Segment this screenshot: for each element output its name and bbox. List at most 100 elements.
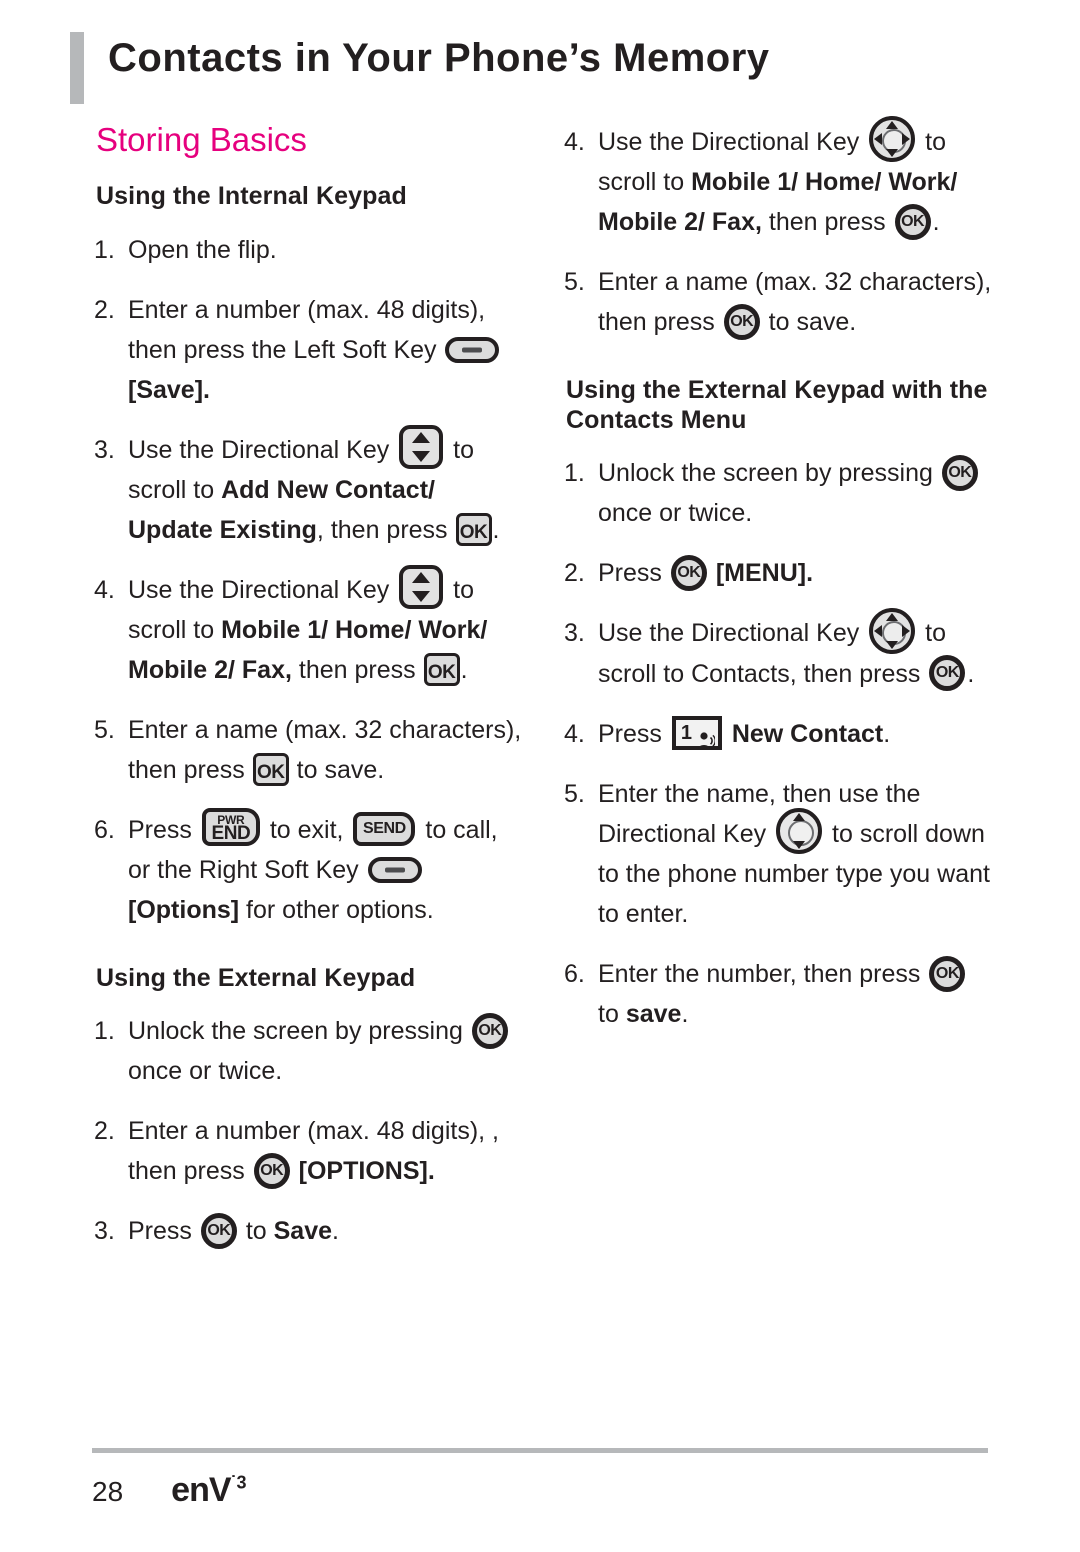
brand-superscript: ˙3	[230, 1472, 247, 1493]
step-internal-3: 3. Use the Directional Key to scroll to …	[92, 425, 522, 550]
step-text: then press the Left Soft Key	[128, 335, 437, 364]
step-number: 3.	[94, 1217, 115, 1246]
step-text: .	[932, 208, 940, 237]
footer-row: 28 enV˙3	[92, 1471, 988, 1510]
step-text: then	[298, 655, 348, 684]
arrow-right-icon	[902, 133, 911, 146]
step-text: or the Right Soft Key	[128, 855, 359, 884]
key-digit-label: 1	[680, 721, 692, 744]
step-text: Directional Key	[598, 819, 767, 848]
step-text: .	[883, 719, 891, 748]
directional-key-4way-icon[interactable]	[869, 116, 916, 163]
step-text: Press	[598, 719, 662, 748]
footer-divider	[92, 1448, 988, 1453]
step-text-bold: New Contact	[731, 719, 884, 748]
directional-key-4way-icon[interactable]	[869, 607, 916, 654]
step-number: 6.	[94, 815, 115, 844]
ok-round-key-icon[interactable]: OK	[941, 454, 978, 491]
arrow-up-icon	[412, 572, 431, 584]
step-internal-2: 2. Enter a number (max. 48 digits), then…	[92, 290, 522, 410]
ok-round-key-icon[interactable]: OK	[670, 554, 707, 591]
arrow-down-icon	[412, 591, 431, 603]
step-internal-4: 4. Use the Directional Key to scroll to …	[92, 565, 522, 690]
number-1-key-icon[interactable]: 1	[671, 715, 722, 750]
step-text: Use the Directional Key	[598, 619, 860, 648]
arrow-down-icon	[412, 451, 431, 463]
ok-round-key-icon[interactable]: OK	[929, 955, 966, 992]
page-footer: 28 enV˙3	[92, 1448, 988, 1510]
ok-round-key-icon[interactable]: OK	[894, 203, 931, 240]
arrow-right-icon	[902, 624, 911, 637]
ok-round-key-icon[interactable]: OK	[929, 655, 966, 692]
ok-key-icon[interactable]: OK	[252, 752, 289, 786]
ok-round-key-icon[interactable]: OK	[723, 303, 760, 340]
voicemail-icon	[697, 723, 716, 749]
step-text: to call,	[425, 815, 498, 844]
arrow-down-icon	[793, 841, 806, 850]
arrow-up-icon	[886, 612, 899, 621]
power-end-key-icon[interactable]: PWR END	[201, 808, 260, 847]
step-text: scroll to	[598, 168, 685, 197]
step-external-3: 3. Press OK to Save.	[92, 1211, 522, 1251]
step-text: .	[681, 1000, 689, 1029]
step-number: 4.	[94, 575, 115, 604]
step-external-1: 1. Unlock the screen by pressing OK once…	[92, 1011, 522, 1091]
step-number: 6.	[564, 960, 585, 989]
step-text-bold: [Save].	[128, 375, 210, 404]
step-number: 3.	[564, 619, 585, 648]
step-text: Press	[128, 815, 192, 844]
step-text-bold: Update Existing	[128, 515, 317, 544]
step-text: Enter the name, then use the	[598, 779, 921, 808]
step-contacts-menu-5: 5. Enter the name, then use the Directio…	[562, 774, 992, 934]
directional-key-updown-icon[interactable]	[399, 425, 444, 470]
step-text: to	[453, 435, 474, 464]
step-text: to	[296, 755, 318, 784]
arrow-left-icon	[874, 624, 883, 637]
step-number: 5.	[94, 715, 115, 744]
sub-heading-internal-keypad: Using the Internal Keypad	[96, 182, 407, 211]
step-text: Enter a name (max. 32	[598, 268, 853, 297]
step-contacts-menu-2: 2. Press OK [MENU].	[562, 553, 992, 593]
ok-round-key-icon[interactable]: OK	[471, 1012, 508, 1049]
step-text: Unlock the screen by pressing	[128, 1017, 463, 1046]
arrow-up-icon	[886, 121, 899, 130]
step-number: 5.	[564, 268, 585, 297]
step-external-2: 2. Enter a number (max. 48 digits), , th…	[92, 1111, 522, 1191]
ok-round-key-icon[interactable]: OK	[253, 1152, 290, 1189]
step-number: 4.	[564, 719, 585, 748]
step-text: .	[460, 655, 468, 684]
step-text: .	[967, 659, 975, 688]
step-text: .	[332, 1217, 339, 1246]
right-soft-key-icon[interactable]	[367, 856, 422, 883]
step-text: Use the Directional Key	[128, 575, 390, 604]
step-text: for other options.	[246, 895, 434, 924]
directional-key-updown-round-icon[interactable]	[776, 808, 823, 855]
step-text: to	[245, 1217, 267, 1246]
brand-name: enV	[171, 1471, 231, 1509]
arrow-down-icon	[886, 149, 899, 158]
directional-key-updown-icon[interactable]	[399, 565, 444, 610]
step-text: Enter the number, then press	[598, 960, 921, 989]
step-text: to	[453, 575, 474, 604]
arrow-up-icon	[793, 813, 806, 822]
step-text: Open the flip.	[128, 235, 277, 264]
step-text: press	[824, 208, 886, 237]
ok-round-key-icon[interactable]: OK	[200, 1212, 237, 1249]
step-text: Press	[598, 559, 662, 588]
step-text: Press	[128, 1217, 192, 1246]
step-text: Enter a number (max. 48 digits),	[128, 295, 486, 324]
step-text: press	[354, 655, 416, 684]
right-column: 4. Use the Directional Key to scroll to …	[562, 116, 992, 1054]
step-number: 1.	[94, 1017, 115, 1046]
ok-key-icon[interactable]: OK	[423, 652, 460, 686]
step-text: scroll to	[128, 475, 215, 504]
arrow-down-icon	[886, 640, 899, 649]
left-column: Storing Basics Using the Internal Keypad…	[92, 121, 522, 1271]
step-text: Use the Directional Key	[598, 128, 860, 156]
send-key-icon[interactable]: SEND	[353, 811, 416, 846]
arrow-up-icon	[412, 432, 431, 444]
left-soft-key-icon[interactable]	[445, 336, 500, 363]
step-text: to scroll	[832, 819, 919, 848]
ok-key-icon[interactable]: OK	[455, 512, 492, 546]
step-contacts-menu-6: 6. Enter the number, then press OK to sa…	[562, 954, 992, 1034]
